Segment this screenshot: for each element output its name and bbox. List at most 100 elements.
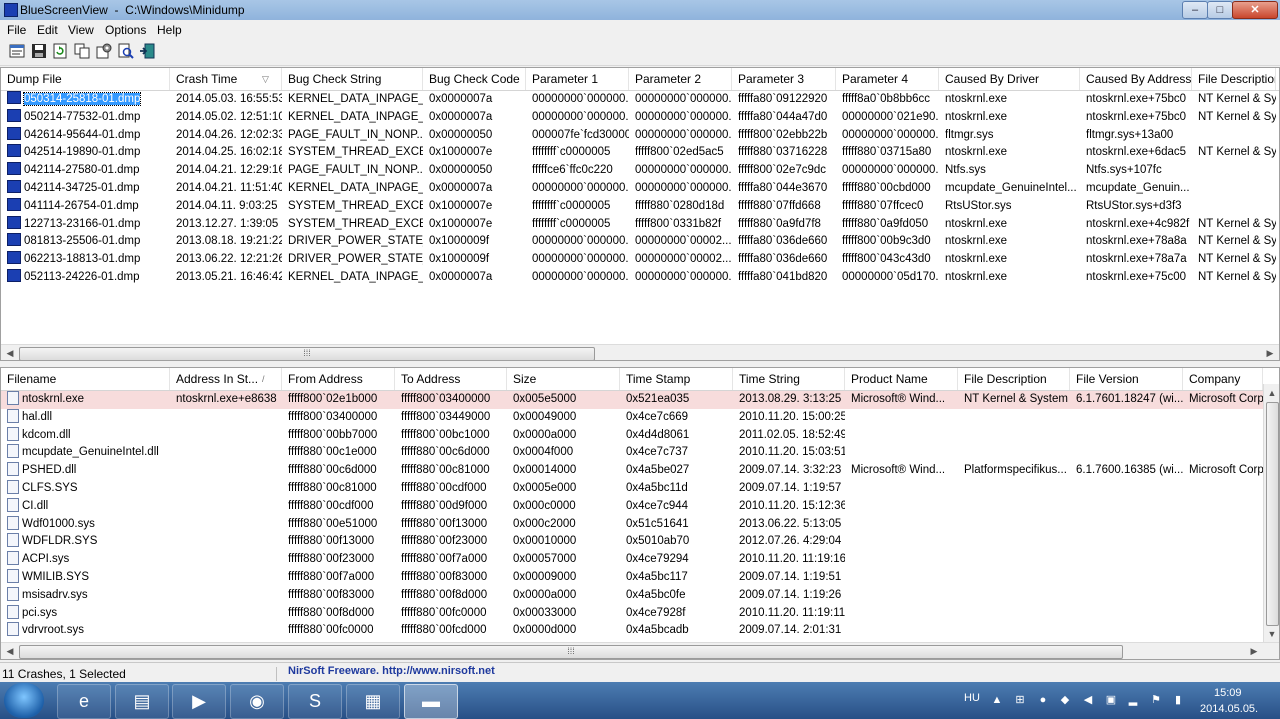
table-cell (1183, 622, 1263, 640)
column-header[interactable]: File Description (1192, 68, 1276, 90)
network-share-icon[interactable]: ⊞ (1013, 693, 1027, 707)
flag-icon[interactable]: ⚑ (1149, 693, 1163, 707)
column-header[interactable]: Address In St... (170, 368, 282, 390)
volume-icon[interactable]: ◀ (1081, 693, 1095, 707)
crash-dump-hscrollbar[interactable]: ◀ ⁞⁞⁞ ▶ (1, 344, 1279, 360)
scroll-down-arrow[interactable]: ▼ (1265, 627, 1279, 641)
properties-icon[interactable] (9, 43, 25, 59)
column-header[interactable]: Caused By Driver (939, 68, 1080, 90)
file-explorer-icon[interactable]: ▤ (115, 684, 169, 719)
start-button[interactable] (4, 683, 44, 718)
find-icon[interactable] (118, 43, 134, 59)
signal-icon[interactable]: ▂ (1126, 693, 1140, 707)
column-header[interactable]: Parameter 2 (629, 68, 732, 90)
table-cell: 0x5010ab70 (626, 535, 690, 548)
scroll-thumb[interactable]: ⁞⁞⁞ (19, 347, 595, 360)
menu-help[interactable]: Help (157, 23, 182, 37)
driver-row[interactable]: ntoskrnl.exe ntoskrnl.exe+e8638 fffff800`0… (1, 391, 1279, 409)
scroll-left-arrow[interactable]: ◀ (3, 644, 17, 658)
column-header[interactable]: Size (507, 368, 620, 390)
internet-explorer-icon[interactable]: e (57, 684, 111, 719)
advanced-options-icon[interactable] (96, 43, 112, 59)
column-header[interactable]: From Address (282, 368, 395, 390)
clock-time[interactable]: 15:09 (1214, 687, 1242, 699)
exit-icon[interactable] (139, 43, 155, 59)
scroll-right-arrow[interactable]: ▶ (1263, 346, 1277, 360)
driver-row[interactable]: Wdf01000.sys fffff880`00e51000 fffff880`00… (1, 515, 1279, 534)
column-header[interactable]: Parameter 4 (836, 68, 939, 90)
device-icon[interactable]: ▣ (1104, 693, 1118, 707)
column-header[interactable]: Filename (1, 368, 170, 390)
close-button[interactable]: ✕ (1232, 1, 1278, 19)
menu-file[interactable]: File (7, 23, 26, 37)
dump-row[interactable]: 052113-24226-01.dmp 2013.05.21. 16:46:42 K… (1, 268, 1279, 287)
column-header[interactable]: Dump File (1, 68, 170, 90)
column-header[interactable]: Time Stamp (620, 368, 733, 390)
info-icon[interactable]: ● (1036, 693, 1050, 707)
driver-row[interactable]: kdcom.dll fffff800`00bb7000 fffff800`00bc1… (1, 426, 1279, 445)
driver-row[interactable]: CI.dll fffff880`00cdf000 fffff880`00d9f000… (1, 497, 1279, 516)
media-player-icon[interactable]: ▶ (172, 684, 226, 719)
driver-row[interactable]: CLFS.SYS fffff880`00c81000 fffff880`00cdf0… (1, 479, 1279, 498)
vscroll-thumb[interactable] (1266, 402, 1279, 626)
dump-row[interactable]: 122713-23166-01.dmp 2013.12.27. 1:39:05 SY… (1, 215, 1279, 234)
driver-row[interactable]: PSHED.dll fffff880`00c6d000 fffff880`00c81… (1, 462, 1279, 480)
scroll-right-arrow[interactable]: ▶ (1247, 644, 1261, 658)
menu-options[interactable]: Options (105, 23, 146, 37)
column-header[interactable]: Parameter 3 (732, 68, 836, 90)
driver-row[interactable]: WDFLDR.SYS fffff880`00f13000 fffff880`00f2… (1, 533, 1279, 551)
dump-row[interactable]: 050314-25818-01.dmp 2014.05.03. 16:55:53 K… (1, 91, 1279, 109)
column-header[interactable]: Time String (733, 368, 845, 390)
driver-row[interactable]: ACPI.sys fffff880`00f23000 fffff880`00f7a0… (1, 551, 1279, 569)
save-icon[interactable] (31, 43, 47, 59)
dump-row[interactable]: 050214-77532-01.dmp 2014.05.02. 12:51:10 K… (1, 108, 1279, 127)
table-cell: 0x4a5bcadb (626, 624, 689, 637)
column-header[interactable]: Parameter 1 (526, 68, 629, 90)
column-header[interactable]: Company (1183, 368, 1263, 390)
bluescreenview-icon[interactable]: ▬ (404, 684, 458, 719)
menu-edit[interactable]: Edit (37, 23, 58, 37)
show-hidden-icons-icon[interactable]: ▲ (990, 693, 1004, 707)
nirsoft-link[interactable]: NirSoft Freeware. http://www.nirsoft.net (288, 665, 495, 677)
menu-view[interactable]: View (68, 23, 94, 37)
column-header[interactable]: Bug Check String (282, 68, 423, 90)
language-indicator[interactable]: HU (964, 692, 980, 704)
skype-icon[interactable]: S (288, 684, 342, 719)
column-header[interactable]: Product Name (845, 368, 958, 390)
dump-row[interactable]: 081813-25506-01.dmp 2013.08.18. 19:21:22 D… (1, 233, 1279, 251)
copy-icon[interactable] (74, 43, 90, 59)
scroll-left-arrow[interactable]: ◀ (3, 346, 17, 360)
dump-row[interactable]: 042114-27580-01.dmp 2014.04.21. 12:29:16 P… (1, 162, 1279, 180)
driver-hscrollbar[interactable]: ◀ ⁞⁞⁞ ▶ (1, 642, 1279, 659)
scroll-up-arrow[interactable]: ▲ (1265, 386, 1279, 400)
dump-row[interactable]: 041114-26754-01.dmp 2014.04.11. 9:03:25 SY… (1, 197, 1279, 216)
driver-row[interactable]: mcupdate_GenuineIntel.dll fffff880`00c1e0… (1, 444, 1279, 462)
refresh-icon[interactable] (52, 43, 68, 59)
table-cell: 0x521ea035 (626, 393, 690, 405)
clock-date[interactable]: 2014.05.05. (1200, 703, 1258, 715)
column-header[interactable]: To Address (395, 368, 507, 390)
maximize-button[interactable]: □ (1207, 1, 1233, 19)
battery-icon[interactable]: ▮ (1171, 693, 1185, 707)
dump-row[interactable]: 042614-95644-01.dmp 2014.04.26. 12:02:33 P… (1, 126, 1279, 145)
driver-row[interactable]: vdrvroot.sys fffff880`00fc0000 fffff880`00… (1, 622, 1279, 640)
table-cell: 00000000`05d170... (842, 270, 939, 283)
driver-row[interactable]: msisadrv.sys fffff880`00f83000 fffff880`00… (1, 586, 1279, 605)
winrar-icon[interactable]: ▦ (346, 684, 400, 719)
dump-row[interactable]: 062213-18813-01.dmp 2013.06.22. 12:21:26 D… (1, 251, 1279, 269)
minimize-button[interactable]: – (1182, 1, 1208, 19)
column-header[interactable]: File Version (1070, 368, 1183, 390)
driver-row[interactable]: hal.dll fffff800`03400000 fffff800`0344900… (1, 408, 1279, 427)
column-header[interactable]: File Description (958, 368, 1070, 390)
chat-icon[interactable]: ◆ (1058, 693, 1072, 707)
dump-row[interactable]: 042514-19890-01.dmp 2014.04.25. 16:02:18 S… (1, 144, 1279, 162)
driver-row[interactable]: pci.sys fffff880`00f8d000 fffff880`00fc000… (1, 604, 1279, 623)
column-header[interactable]: Bug Check Code (423, 68, 526, 90)
chrome-icon[interactable]: ◉ (230, 684, 284, 719)
table-cell: fffffa80`041bd820 (738, 270, 828, 283)
driver-row[interactable]: WMILIB.SYS fffff880`00f7a000 fffff880`00f8… (1, 568, 1279, 587)
column-header[interactable]: Caused By Address (1080, 68, 1192, 90)
scroll-thumb[interactable]: ⁞⁞⁞ (19, 645, 1123, 659)
dump-row[interactable]: 042114-34725-01.dmp 2014.04.21. 11:51:40 K… (1, 179, 1279, 198)
driver-vscrollbar[interactable]: ▲ ▼ (1263, 384, 1279, 642)
